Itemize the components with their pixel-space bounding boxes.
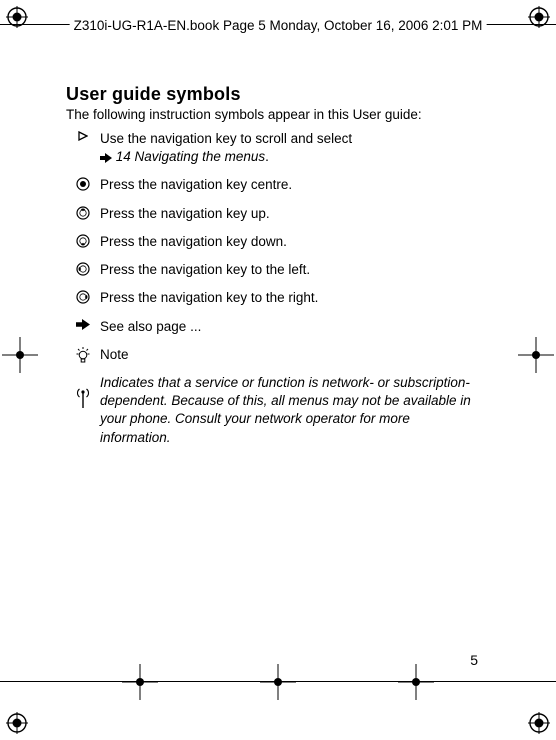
- symbol-text: Press the navigation key to the right.: [100, 289, 478, 307]
- see-arrow-icon: [66, 318, 100, 330]
- nav-centre-icon: [66, 176, 100, 191]
- network-antenna-icon: [66, 374, 100, 408]
- note-lightbulb-icon: [66, 346, 100, 363]
- intro-text: The following instruction symbols appear…: [66, 107, 478, 122]
- symbol-text: Press the navigation key centre.: [100, 176, 478, 194]
- reg-mark-icon: [528, 712, 550, 734]
- cross-mark-icon: [0, 335, 40, 375]
- scroll-line1: Use the navigation key to scroll and sel…: [100, 131, 352, 146]
- symbol-row-up: Press the navigation key up.: [66, 205, 478, 223]
- symbol-text: Press the navigation key down.: [100, 233, 478, 251]
- header-label: Z310i-UG-R1A-EN.book Page 5 Monday, Octo…: [70, 18, 487, 33]
- reg-mark-icon: [6, 712, 28, 734]
- symbol-row-seealso: See also page ...: [66, 318, 478, 336]
- page-body: User guide symbols The following instruc…: [66, 84, 478, 447]
- symbol-text: Press the navigation key up.: [100, 205, 478, 223]
- symbol-text: Use the navigation key to scroll and sel…: [100, 130, 478, 166]
- scroll-link: 14 Navigating the menus: [116, 149, 265, 164]
- see-arrow-icon: [100, 153, 112, 163]
- scroll-select-icon: [66, 130, 100, 141]
- symbol-row-down: Press the navigation key down.: [66, 233, 478, 251]
- symbol-table: Use the navigation key to scroll and sel…: [66, 130, 478, 447]
- cross-mark-icon: [258, 662, 298, 702]
- cross-mark-icon: [516, 335, 556, 375]
- cross-mark-icon: [396, 662, 436, 702]
- symbol-text: Indicates that a service or function is …: [100, 374, 478, 447]
- symbol-row-right: Press the navigation key to the right.: [66, 289, 478, 307]
- scroll-suffix: .: [265, 149, 269, 164]
- symbol-text: Press the navigation key to the left.: [100, 261, 478, 279]
- nav-down-icon: [66, 233, 100, 248]
- cross-mark-icon: [120, 662, 160, 702]
- footer-rule: [0, 681, 556, 682]
- page-title: User guide symbols: [66, 84, 478, 105]
- nav-up-icon: [66, 205, 100, 220]
- symbol-row-scroll: Use the navigation key to scroll and sel…: [66, 130, 478, 166]
- symbol-row-note: Note: [66, 346, 478, 364]
- symbol-row-centre: Press the navigation key centre.: [66, 176, 478, 194]
- page-number: 5: [470, 652, 478, 668]
- symbol-text: See also page ...: [100, 318, 478, 336]
- nav-left-icon: [66, 261, 100, 276]
- symbol-row-network: Indicates that a service or function is …: [66, 374, 478, 447]
- nav-right-icon: [66, 289, 100, 304]
- symbol-text: Note: [100, 346, 478, 364]
- symbol-row-left: Press the navigation key to the left.: [66, 261, 478, 279]
